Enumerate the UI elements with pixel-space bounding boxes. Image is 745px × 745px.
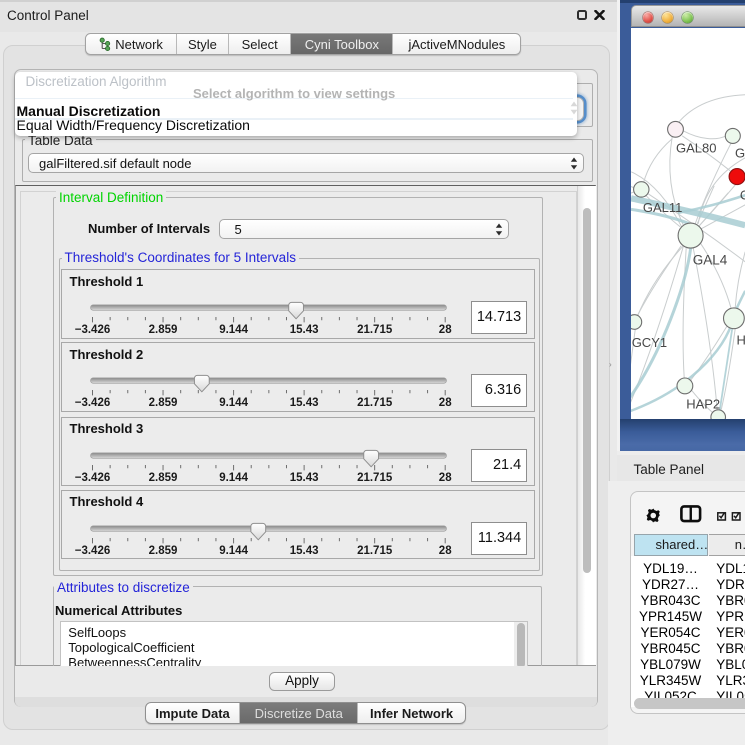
svg-text:28: 28 [439,324,452,336]
svg-text:9.144: 9.144 [219,545,248,557]
svg-text:21.715: 21.715 [357,397,393,409]
svg-text:G.: G. [735,145,745,160]
svg-text:21.715: 21.715 [357,545,393,557]
svg-text:15.43: 15.43 [290,324,319,336]
svg-text:28: 28 [439,472,452,484]
svg-text:GCY1: GCY1 [631,335,666,350]
svg-text:21.715: 21.715 [357,472,393,484]
svg-text:−3.426: −3.426 [75,545,111,557]
svg-text:−3.426: −3.426 [75,472,111,484]
svg-text:GAL11: GAL11 [643,200,683,215]
svg-text:−3.426: −3.426 [75,324,111,336]
svg-text:H: H [736,332,745,347]
svg-text:28: 28 [439,545,452,557]
svg-text:28: 28 [439,397,452,409]
svg-text:GAL80: GAL80 [676,140,716,155]
svg-text:2.859: 2.859 [149,545,178,557]
svg-text:15.43: 15.43 [290,397,319,409]
svg-text:2.859: 2.859 [149,397,178,409]
svg-text:9.144: 9.144 [219,472,248,484]
svg-text:−3.426: −3.426 [75,397,111,409]
svg-text:9.144: 9.144 [219,324,248,336]
svg-text:15.43: 15.43 [290,472,319,484]
svg-text:C: C [740,187,745,202]
svg-text:HAP2: HAP2 [686,396,720,411]
svg-text:2.859: 2.859 [149,472,178,484]
svg-text:21.715: 21.715 [357,324,393,336]
svg-text:2.859: 2.859 [149,324,178,336]
svg-text:9.144: 9.144 [219,397,248,409]
svg-text:15.43: 15.43 [290,545,319,557]
svg-text:GAL4: GAL4 [692,252,727,267]
